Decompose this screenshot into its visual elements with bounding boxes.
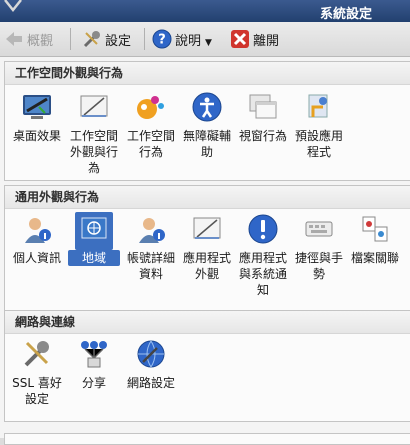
item-label: 分享 [81, 376, 106, 390]
account-details-icon [139, 218, 165, 243]
item-personal-info[interactable]: 個人資訊 [11, 212, 63, 266]
section-next [4, 433, 410, 445]
help-label: 說明 [175, 33, 202, 49]
item-workspace-behavior[interactable]: 工作空間行為 [125, 90, 177, 160]
sharing-icon [81, 341, 107, 368]
quit-button[interactable]: 離開 [230, 27, 279, 51]
toolbar: 概觀 設定 ? 說明 ▼ 離開 [0, 22, 410, 57]
item-locale[interactable]: 地域 [68, 212, 120, 266]
item-desktop-effects[interactable]: 桌面效果 [11, 90, 63, 144]
wrench-screwdriver-icon [83, 31, 100, 48]
item-label: 檔案關聯 [350, 251, 399, 265]
section-header: 通用外觀與行為 [5, 186, 410, 209]
accessibility-icon [192, 92, 222, 122]
notifications-icon [248, 214, 278, 244]
settings-content: 工作空間外觀與行為 桌面效果 工作空間外觀與行為 工作空間行為 無障礙輔助 視窗… [0, 57, 410, 445]
default-applications-icon [308, 94, 328, 118]
item-label: 工作空間外觀與行為 [69, 129, 118, 175]
item-label: 工作空間行為 [126, 129, 175, 159]
item-default-applications[interactable]: 預設應用程式 [293, 90, 345, 160]
item-label: 無障礙輔助 [182, 129, 231, 159]
workspace-behavior-icon [137, 96, 164, 119]
item-label: 應用程式與系統通知 [238, 251, 287, 297]
chevron-down-icon[interactable]: ▼ [205, 38, 212, 48]
workspace-appearance-icon [80, 95, 108, 117]
item-account-details[interactable]: 帳號詳細資料 [125, 212, 177, 282]
item-application-appearance[interactable]: 應用程式外觀 [181, 212, 233, 282]
item-notifications[interactable]: 應用程式與系統通知 [237, 212, 289, 298]
shortcuts-icon [305, 221, 333, 237]
item-label: 地域 [68, 250, 120, 266]
item-label: SSL 喜好設定 [12, 376, 62, 406]
back-arrow-icon [6, 32, 22, 46]
section-header: 工作空間外觀與行為 [5, 62, 410, 85]
item-label: 網路設定 [126, 376, 175, 390]
item-label: 應用程式外觀 [182, 251, 231, 281]
ssl-icon [24, 341, 49, 367]
section-workspace: 工作空間外觀與行為 桌面效果 工作空間外觀與行為 工作空間行為 無障礙輔助 視窗… [4, 61, 410, 181]
item-file-associations[interactable]: 檔案關聯 [349, 212, 401, 266]
close-icon [231, 30, 249, 48]
title-bar: 系統設定 [0, 0, 410, 22]
overview-button[interactable]: 概觀 [4, 27, 53, 51]
configure-button[interactable]: 設定 [82, 27, 131, 51]
item-label: 捷徑與手勢 [294, 251, 343, 281]
personal-info-icon [25, 218, 51, 243]
help-icon: ? [152, 29, 172, 49]
locale-icon [81, 217, 107, 239]
item-accessibility[interactable]: 無障礙輔助 [181, 90, 233, 160]
item-label: 視窗行為 [238, 129, 287, 143]
overview-label: 概觀 [27, 33, 54, 49]
item-shortcuts[interactable]: 捷徑與手勢 [293, 212, 345, 282]
toolbar-separator [70, 28, 71, 50]
item-sharing[interactable]: 分享 [68, 337, 120, 391]
section-network: 網路與連線 SSL 喜好設定 分享 網路設定 [4, 310, 410, 422]
section-header: 網路與連線 [5, 311, 410, 334]
item-label: 預設應用程式 [294, 129, 343, 159]
quit-label: 離開 [253, 33, 280, 49]
toolbar-separator [144, 28, 145, 50]
svg-text:?: ? [158, 33, 166, 48]
network-settings-icon [137, 340, 165, 368]
kde-logo-icon [4, 0, 22, 13]
item-label: 個人資訊 [12, 251, 61, 265]
window-behavior-icon [249, 94, 277, 119]
file-associations-icon [362, 216, 388, 242]
item-network-settings[interactable]: 網路設定 [125, 337, 177, 391]
desktop-effects-icon [23, 95, 51, 119]
help-button[interactable]: ? 說明 ▼ [152, 27, 212, 51]
item-ssl-preferences[interactable]: SSL 喜好設定 [11, 337, 63, 407]
item-label: 桌面效果 [12, 129, 61, 143]
configure-label: 設定 [105, 33, 132, 49]
item-window-behavior[interactable]: 視窗行為 [237, 90, 289, 144]
application-appearance-icon [193, 217, 221, 239]
window-title: 系統設定 [319, 7, 372, 22]
item-label: 帳號詳細資料 [126, 251, 175, 281]
item-workspace-appearance[interactable]: 工作空間外觀與行為 [68, 90, 120, 176]
